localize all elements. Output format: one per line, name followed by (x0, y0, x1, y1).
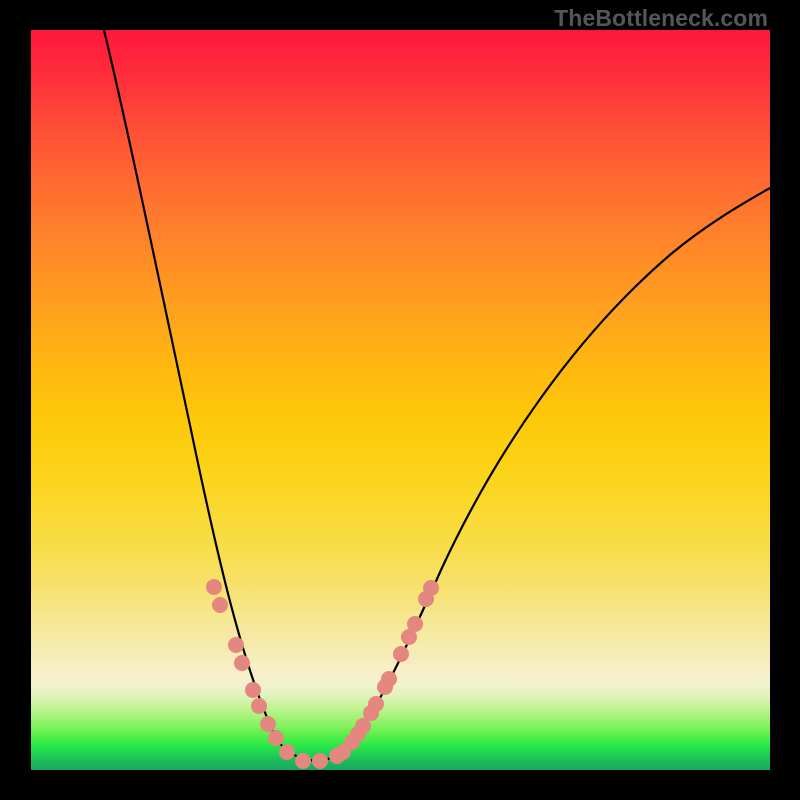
app-frame: TheBottleneck.com (0, 0, 800, 800)
watermark-text: TheBottleneck.com (554, 5, 768, 32)
plot-area (31, 30, 770, 770)
